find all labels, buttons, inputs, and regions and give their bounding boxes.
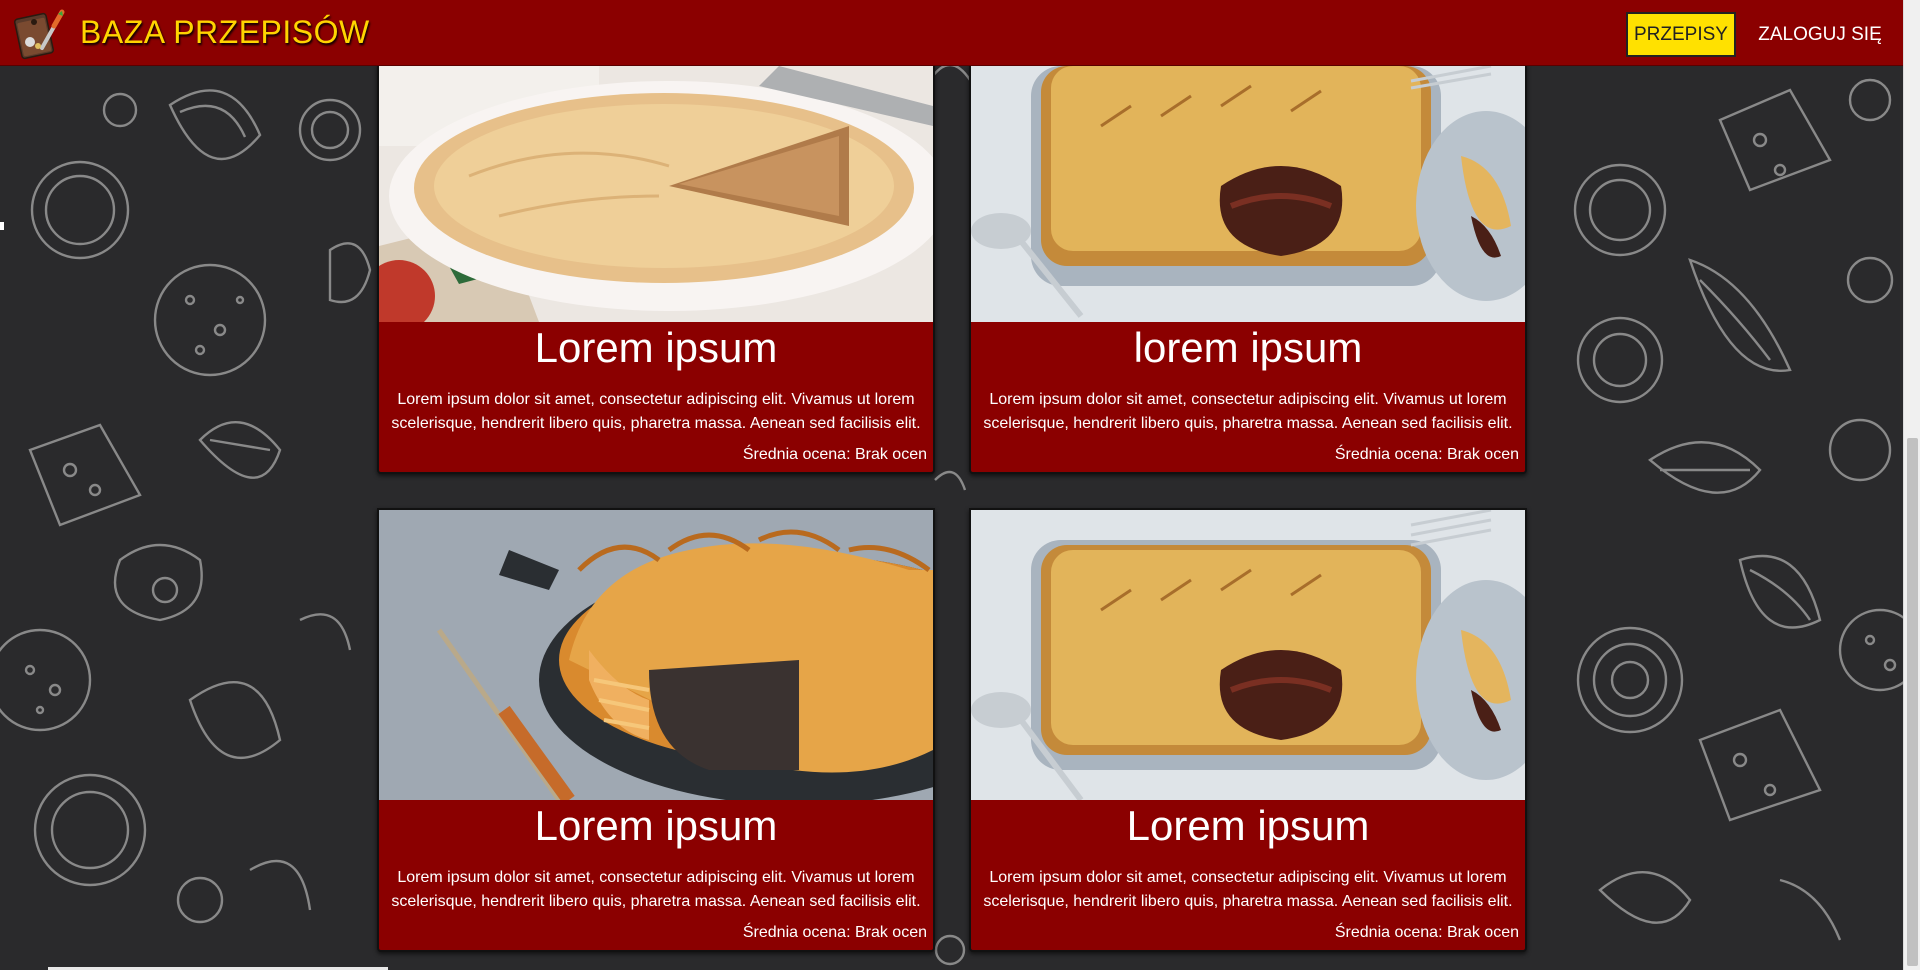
recipe-rating: Średnia ocena: Brak ocen bbox=[1334, 924, 1519, 941]
scrollbar-thumb[interactable] bbox=[1907, 438, 1918, 966]
cutting-board-icon[interactable] bbox=[14, 8, 66, 60]
recipe-description: Lorem ipsum dolor sit amet, consectetur … bbox=[983, 391, 1513, 432]
edge-marker bbox=[0, 222, 4, 230]
top-navigation-bar: BAZA PRZEPISÓW PRZEPISY ZALOGUJ SIĘ bbox=[0, 0, 1903, 66]
rectangular-pie-photo[interactable] bbox=[971, 66, 1525, 322]
page-scrollbar[interactable] bbox=[1903, 0, 1920, 970]
recipe-card[interactable]: lorem ipsum Lorem ipsum dolor sit amet, … bbox=[969, 64, 1527, 474]
recipe-card[interactable]: Lorem ipsum Lorem ipsum dolor sit amet, … bbox=[377, 64, 935, 474]
recipe-rating: Średnia ocena: Brak ocen bbox=[742, 924, 927, 941]
site-brand-title[interactable]: BAZA PRZEPISÓW bbox=[80, 14, 370, 51]
recipe-rating: Średnia ocena: Brak ocen bbox=[742, 446, 927, 463]
recipe-description: Lorem ipsum dolor sit amet, consectetur … bbox=[391, 391, 921, 432]
skillet-pie-photo[interactable] bbox=[379, 510, 933, 800]
food-doodle-background bbox=[0, 0, 1920, 970]
login-nav-link[interactable]: ZALOGUJ SIĘ bbox=[1755, 12, 1885, 57]
recipe-description: Lorem ipsum dolor sit amet, consectetur … bbox=[983, 869, 1513, 910]
recipe-title[interactable]: Lorem ipsum bbox=[971, 802, 1525, 850]
recipe-description: Lorem ipsum dolor sit amet, consectetur … bbox=[391, 869, 921, 910]
recipe-title[interactable]: Lorem ipsum bbox=[379, 324, 933, 372]
recipe-title[interactable]: Lorem ipsum bbox=[379, 802, 933, 850]
recipe-title[interactable]: lorem ipsum bbox=[971, 324, 1525, 372]
recipe-card[interactable]: Lorem ipsum Lorem ipsum dolor sit amet, … bbox=[377, 508, 935, 952]
round-pie-photo[interactable] bbox=[379, 66, 933, 322]
recipes-nav-button[interactable]: PRZEPISY bbox=[1626, 12, 1736, 57]
recipe-card[interactable]: Lorem ipsum Lorem ipsum dolor sit amet, … bbox=[969, 508, 1527, 952]
recipe-rating: Średnia ocena: Brak ocen bbox=[1334, 446, 1519, 463]
rectangular-pie-photo[interactable] bbox=[971, 510, 1525, 800]
